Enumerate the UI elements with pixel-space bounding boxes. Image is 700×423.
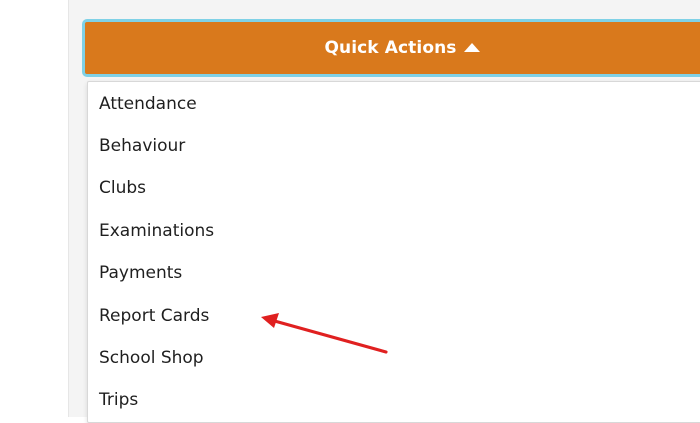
menu-item-attendance[interactable]: Attendance xyxy=(99,94,197,116)
quick-actions-dropdown-menu: Attendance Behaviour Clubs Examinations … xyxy=(87,81,700,423)
menu-item-payments[interactable]: Payments xyxy=(99,263,182,285)
menu-item-trips[interactable]: Trips xyxy=(99,390,138,412)
quick-actions-label: Quick Actions xyxy=(324,38,457,58)
menu-item-examinations[interactable]: Examinations xyxy=(99,221,214,243)
menu-item-school-shop[interactable]: School Shop xyxy=(99,348,204,370)
menu-item-report-cards[interactable]: Report Cards xyxy=(99,306,209,328)
quick-actions-button[interactable]: Quick Actions xyxy=(82,19,700,77)
menu-item-clubs[interactable]: Clubs xyxy=(99,178,146,200)
left-panel-strip xyxy=(0,0,69,417)
menu-item-behaviour[interactable]: Behaviour xyxy=(99,136,185,158)
caret-up-icon xyxy=(463,42,480,52)
